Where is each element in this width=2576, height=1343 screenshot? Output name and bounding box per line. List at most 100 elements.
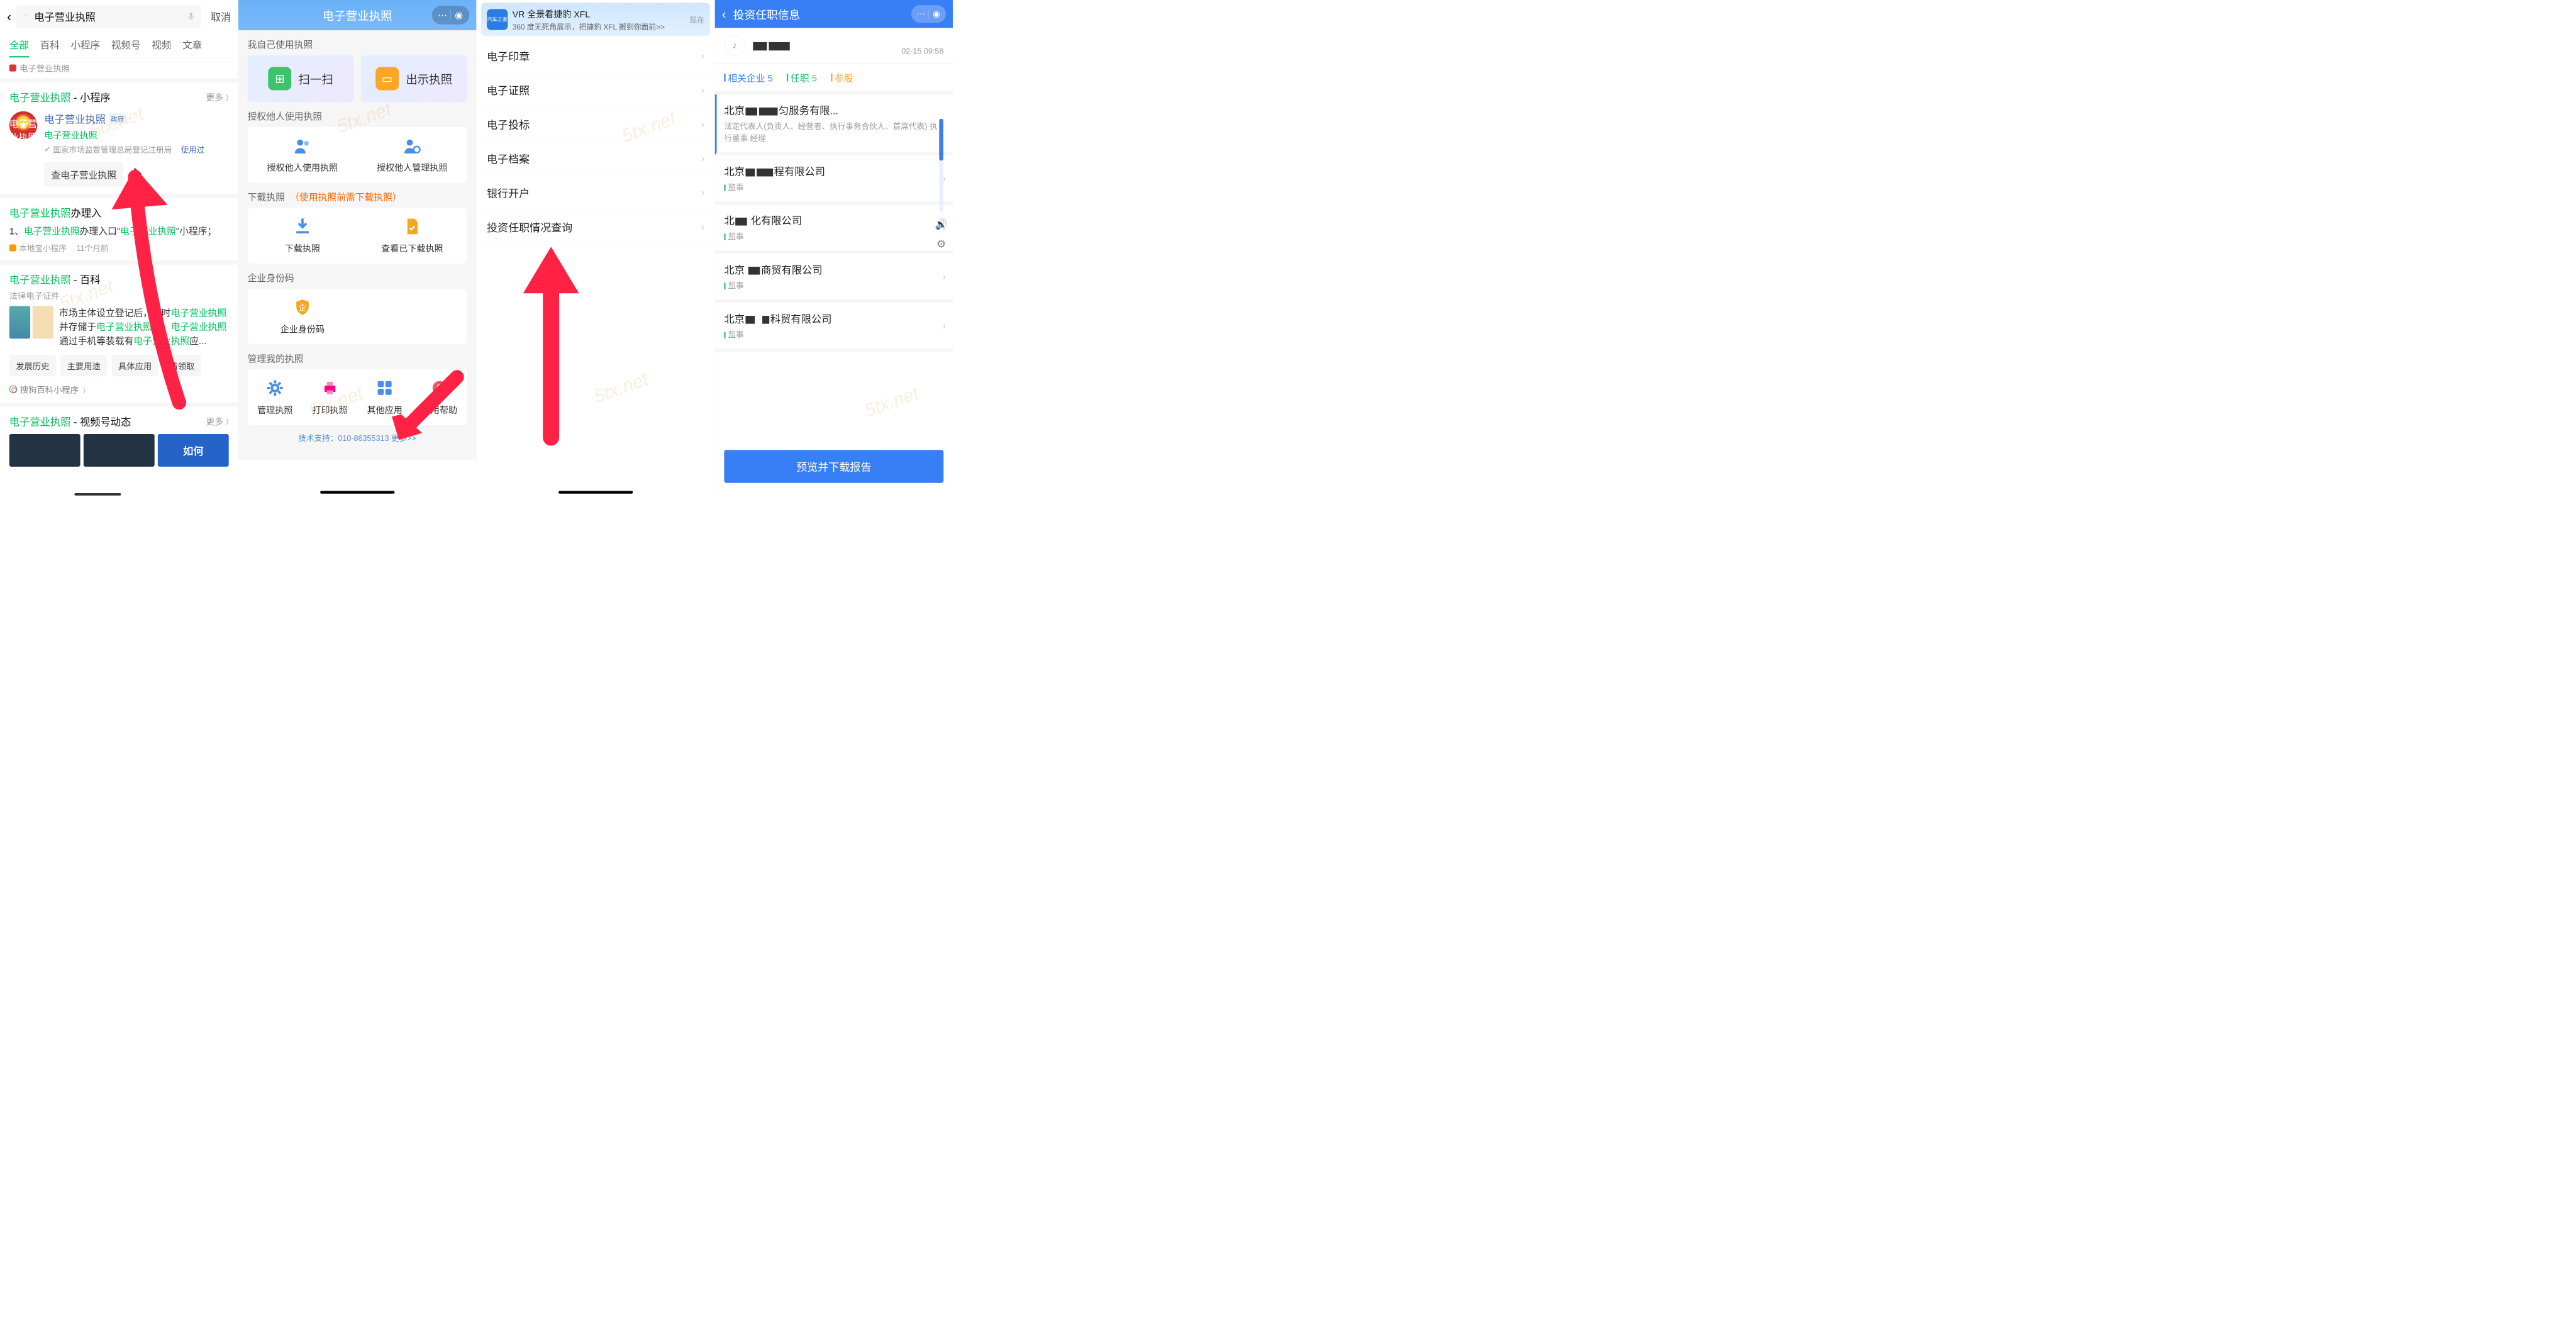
- print-license-button[interactable]: 打印执照: [303, 369, 357, 425]
- view-downloaded-button[interactable]: 查看已下载执照: [357, 208, 467, 263]
- authorize-use-button[interactable]: 授权他人使用执照: [248, 127, 357, 182]
- panel-search: 5tx.net 5tx.net ‹ 电子营业执照 取消 全部 百科 小程序 视频…: [0, 0, 238, 497]
- more-link[interactable]: 更多›: [206, 415, 229, 427]
- app-icon: [9, 64, 16, 71]
- tab-video[interactable]: 视频: [152, 37, 171, 57]
- page-title: 电子营业执照: [323, 7, 392, 24]
- download-report-button[interactable]: 预览并下载报告: [724, 450, 943, 483]
- ad-subtitle: 360 度无死角展示，把捷豹 XFL 搬到你面前>>: [513, 21, 685, 32]
- title-green: 电子营业执照: [9, 416, 71, 428]
- list-item-seal[interactable]: 电子印章›: [477, 39, 715, 73]
- tab-article[interactable]: 文章: [182, 37, 202, 57]
- show-license-card[interactable]: ▭出示执照: [361, 55, 467, 102]
- close-target-icon[interactable]: ◉: [451, 7, 467, 23]
- download-license-button[interactable]: 下载执照: [248, 208, 357, 263]
- chip-apply[interactable]: 具体应用: [112, 355, 158, 376]
- footer-support[interactable]: 技术支持：010-86355313 更多>>: [238, 425, 477, 450]
- other-apps-button[interactable]: 其他应用: [357, 369, 412, 425]
- cancel-button[interactable]: 取消: [211, 9, 231, 24]
- back-icon[interactable]: ‹: [7, 9, 11, 24]
- verify-icon: ✔: [44, 145, 51, 154]
- manage-license-button[interactable]: 管理执照: [248, 369, 303, 425]
- ad-time: 现在: [689, 14, 704, 25]
- menu-icon[interactable]: ⋯: [913, 9, 928, 19]
- tab-all[interactable]: 全部: [9, 37, 29, 57]
- title-green: 电子营业执照: [9, 274, 71, 286]
- company-item[interactable]: 北京程有限公司 监事 ›: [715, 155, 953, 204]
- section-miniprogram: 电子营业执照 - 小程序 更多› ★电子营业执照 电子营业执照政府 电子营业执照…: [0, 78, 238, 194]
- qr-scan-icon: ⊞: [268, 67, 291, 91]
- chip-history[interactable]: 发展历史: [9, 355, 56, 376]
- video-thumbnails: 如何: [9, 434, 229, 467]
- baike-thumbnails: [9, 306, 53, 348]
- printer-icon: [321, 379, 340, 398]
- ad-title: VR 全景看捷豹 XFL: [513, 7, 685, 20]
- title-rest: - 视频号动态: [70, 416, 131, 428]
- microphone-icon[interactable]: [186, 12, 196, 21]
- chip-obtain[interactable]: 情领取: [163, 355, 201, 376]
- title-rest: - 小程序: [70, 92, 110, 104]
- search-input[interactable]: 电子营业执照: [16, 4, 201, 28]
- role-text: 监事: [728, 232, 743, 241]
- section-baike: 电子营业执照 - 百科 法律电子证件 市场主体设立登记后，即时电子营业执照并存储…: [0, 260, 238, 403]
- search-header: ‹ 电子营业执照 取消: [0, 0, 238, 33]
- company-item[interactable]: 北京 商贸有限公司 监事 ›: [715, 254, 953, 303]
- video-thumb[interactable]: [9, 434, 80, 467]
- sparkle-icon: [21, 12, 30, 20]
- list-item-cert[interactable]: 电子证照›: [477, 73, 715, 107]
- mp-name: 电子营业执照: [44, 111, 106, 126]
- scrollbar[interactable]: [939, 119, 943, 212]
- shield-icon: 企: [293, 298, 312, 317]
- settings-icon[interactable]: ⚙: [935, 237, 948, 251]
- back-icon[interactable]: ‹: [722, 6, 726, 21]
- chip-usage[interactable]: 主要用途: [60, 355, 107, 376]
- scan-card[interactable]: ⊞扫一扫: [248, 55, 354, 102]
- list-item-bid[interactable]: 电子投标›: [477, 108, 715, 142]
- company-item[interactable]: 北京匀服务有限... 法定代表人(负责人、经营者、执行事务合伙人、首席代表) 执…: [715, 94, 953, 155]
- chevron-right-icon: ›: [701, 153, 704, 165]
- list-item-archive[interactable]: 电子档案›: [477, 142, 715, 176]
- video-thumb[interactable]: [84, 434, 155, 467]
- used-tag: 使用过: [181, 143, 205, 155]
- panel-investment: 5tx.net ‹ 投资任职信息 ⋯◉ ♪ 02-15 09:58 相关企业 5…: [715, 0, 953, 497]
- download-icon: [293, 217, 312, 236]
- watermark: 5tx.net: [862, 382, 921, 421]
- entry-text: 1、电子营业执照办理入口"电子营业执照"小程序；: [9, 225, 229, 238]
- tab-baike[interactable]: 百科: [40, 37, 60, 57]
- authorize-manage-button[interactable]: 授权他人管理执照: [357, 127, 467, 182]
- company-item[interactable]: 北 化有限公司 监事 ›: [715, 204, 953, 254]
- side-controls: 🔊 ⚙: [935, 119, 948, 251]
- ad-banner[interactable]: 汽车之家 VR 全景看捷豹 XFL 360 度无死角展示，把捷豹 XFL 搬到你…: [481, 3, 710, 36]
- source-time: 11个月前: [77, 242, 109, 254]
- section-title-download: 下载执照 （使用执照前需下载执照）: [238, 182, 477, 208]
- help-icon: ?: [430, 379, 449, 398]
- tab-related-companies[interactable]: 相关企业 5: [724, 70, 772, 84]
- tab-miniprogram[interactable]: 小程序: [70, 37, 100, 57]
- section-title-manage: 管理我的执照: [238, 344, 477, 369]
- list-item-bank[interactable]: 银行开户›: [477, 176, 715, 209]
- chevron-right-icon: ›: [943, 270, 946, 282]
- help-button[interactable]: ? 使用帮助: [412, 369, 467, 425]
- tab-shares[interactable]: 参股: [831, 70, 853, 84]
- company-item[interactable]: 北京 科贸有限公司 监事 ›: [715, 303, 953, 352]
- open-miniprogram-button[interactable]: 查电子营业执照: [44, 162, 123, 187]
- home-indicator: [320, 491, 394, 493]
- role-text: 法定代表人(负责人、经营者、执行事务合伙人、首席代表) 执行董事 经理: [724, 121, 943, 145]
- sogou-link[interactable]: 搜狗百科小程序›: [9, 383, 229, 395]
- tab-channels[interactable]: 视频号: [111, 37, 141, 57]
- video-thumb[interactable]: 如何: [158, 434, 229, 467]
- menu-icon[interactable]: ⋯: [434, 7, 450, 23]
- person-name: [752, 39, 791, 52]
- svg-text:企: 企: [299, 303, 306, 312]
- document-check-icon: [403, 217, 422, 236]
- tab-positions[interactable]: 任职 5: [787, 70, 817, 84]
- miniprogram-card[interactable]: ★电子营业执照 电子营业执照政府 电子营业执照 ✔国家市场监督管理总局登记注册局…: [9, 104, 229, 187]
- more-link[interactable]: 更多›: [206, 91, 229, 103]
- close-target-icon[interactable]: ◉: [929, 9, 944, 19]
- list-item-investment-query[interactable]: 投资任职情况查询›: [477, 210, 715, 244]
- enterprise-code-button[interactable]: 企 企业身份码: [248, 289, 357, 344]
- role-text: 监事: [728, 281, 743, 290]
- section-entry: 电子营业执照办理入 1、电子营业执照办理入口"电子营业执照"小程序； 本地宝小程…: [0, 194, 238, 260]
- sound-icon[interactable]: 🔊: [935, 218, 948, 231]
- mp-subtitle: 电子营业执照: [44, 128, 228, 141]
